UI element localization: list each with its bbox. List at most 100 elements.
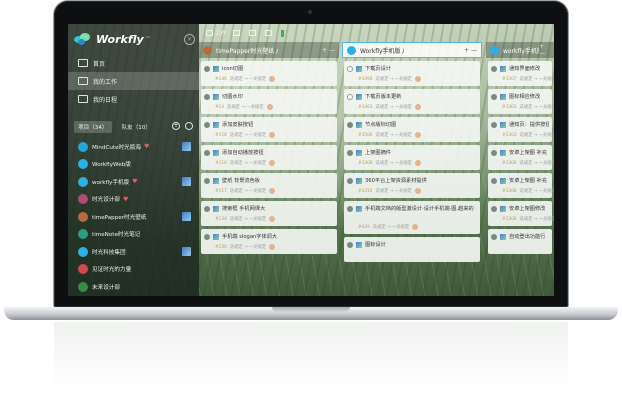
tasks-icon (78, 77, 88, 85)
column-header[interactable]: workfly手机版 /+ — (486, 42, 554, 58)
heart-icon[interactable]: ♥ (123, 196, 128, 203)
project-avatar-icon (78, 229, 88, 240)
task-checkbox[interactable] (204, 121, 210, 128)
board-column: workfly手机版 /+ — 通知界面修改#3307迭规定 → 一龙规定图标相应… (486, 42, 554, 296)
task-card[interactable]: 切图水印 #14 迭规定 → 一龙规定 (201, 89, 337, 114)
task-card[interactable]: 通知页：提供按钮 #3303 迭规定 → 一龙规定 (488, 117, 554, 142)
column-avatar-icon (203, 45, 212, 55)
task-title: 切图水印 (222, 94, 243, 100)
task-checkbox[interactable] (491, 149, 497, 156)
avatar (414, 76, 421, 82)
sidebar-item-my-schedule[interactable]: 我的日程 (68, 90, 199, 108)
task-id: #117 (215, 188, 227, 194)
column-controls-icon[interactable]: + — (322, 47, 335, 54)
column-header[interactable]: timePapper时光壁纸 / + — (199, 42, 339, 58)
task-checkbox[interactable] (204, 65, 210, 72)
task-title: 自动登出功能行 (509, 234, 546, 240)
board-column: timePapper时光壁纸 / + — icon切图 #146 迭规定 → 一龙规定切… (199, 42, 339, 296)
task-checkbox[interactable] (491, 233, 497, 240)
add-project-icon[interactable]: + (172, 122, 180, 130)
tab-projects[interactable]: 项目（34） (74, 121, 112, 133)
task-assignee: 迭规定 → 一龙规定 (375, 77, 412, 82)
project-item[interactable]: WorkflyWeb版 (68, 156, 199, 174)
task-card[interactable]: 手机端 slogan字体调大 #136 迭规定 → 一龙规定 (201, 229, 337, 254)
task-checkbox[interactable] (204, 177, 210, 184)
project-name: 未来设计部 (92, 284, 120, 291)
project-item[interactable]: 时光科技集团 (68, 243, 199, 261)
toolbar-item-file[interactable] (249, 30, 258, 36)
column-controls-icon[interactable]: + — (464, 47, 477, 54)
task-checkbox[interactable] (347, 121, 353, 128)
toolbar-item-board[interactable]: 工作 (206, 29, 226, 37)
toolbar-item-chart[interactable] (265, 30, 274, 36)
task-id: #3308 (358, 160, 373, 166)
task-checkbox[interactable] (347, 241, 353, 248)
task-checkbox[interactable] (491, 65, 497, 72)
project-item[interactable]: 见证时光的力量 (68, 261, 199, 279)
task-checkbox[interactable] (491, 121, 497, 128)
sidebar-item-home[interactable]: 首页 (68, 54, 199, 72)
task-checkbox[interactable] (347, 65, 353, 72)
task-checkbox[interactable] (347, 177, 353, 184)
task-title: 添加自动播放按钮 (222, 150, 264, 156)
task-meta: #116 迭规定 → 一龙规定 (215, 160, 276, 166)
project-item[interactable]: workfly手机版 ♥ (68, 173, 199, 191)
project-badge-icon (500, 177, 506, 184)
task-card[interactable]: 自动登出功能行 (488, 229, 552, 254)
project-item[interactable]: 时光设计部 ♥ (68, 191, 199, 209)
task-assignee: 迭规定 → 一龙规定 (519, 133, 554, 138)
column-controls-icon[interactable]: + — (539, 43, 550, 57)
task-checkbox[interactable] (347, 93, 353, 100)
task-card[interactable]: 通知界面修改 #3307 迭规定 → 一龙规定 (488, 61, 554, 86)
task-card[interactable]: 图标相应修改 #3303 迭规定 → 一龙规定 (488, 89, 554, 114)
task-checkbox[interactable] (491, 93, 497, 100)
task-card[interactable]: 下载页设计 #3494 迭规定 → 一龙规定 (344, 61, 480, 86)
task-card[interactable]: 搜索框 手机网课大 #134 迭规定 → 一龙规定 (201, 201, 337, 226)
column-header[interactable]: Workfly手机版 / + — (342, 42, 482, 58)
task-checkbox[interactable] (491, 177, 497, 184)
task-assignee: 迭规定 → 一龙规定 (375, 161, 412, 166)
task-id: #146 (215, 76, 227, 82)
task-title: 下载页版本更新 (365, 94, 402, 100)
task-card[interactable]: icon切图 #146 迭规定 → 一龙规定 (201, 61, 337, 86)
search-icon[interactable] (185, 122, 193, 130)
tab-team[interactable]: 队友（10） (118, 121, 156, 133)
task-card[interactable]: 下载页版本更新 #3463 迭规定 → 一龙规定 (344, 89, 480, 114)
laptop-reflection (54, 322, 568, 392)
column-title: workfly手机版 / (503, 47, 540, 55)
task-card[interactable]: 添加自动播放按钮 #116 迭规定 → 一龙规定 (201, 145, 337, 170)
task-checkbox[interactable] (347, 149, 353, 156)
task-card[interactable]: 手机端文档的版型激设计·设计手机端·图,越来的 #429 迭规定 → 一龙规定 (344, 201, 480, 234)
close-icon[interactable]: × (184, 34, 195, 45)
toolbar-item-list[interactable] (233, 30, 242, 36)
task-card[interactable]: 360平台上架资源素材提供 #3310 迭规定 → 一龙规定 (344, 173, 480, 198)
task-assignee: 迭规定 → 一龙规定 (375, 189, 412, 194)
task-checkbox[interactable] (204, 205, 210, 212)
project-item[interactable]: 未来设计部 (68, 278, 199, 296)
task-card[interactable]: 安卓上架图修改 #3308 迭规定 → 一龙规定 (488, 201, 554, 226)
project-thumbnail (182, 247, 191, 257)
task-checkbox[interactable] (491, 205, 497, 212)
heart-icon[interactable]: ♥ (144, 143, 149, 150)
project-item[interactable]: timeNote时光笔记 (68, 226, 199, 244)
task-card[interactable]: 安卓上架图 补充 #3308 迭规定 → 一龙规定 (488, 145, 554, 170)
task-card[interactable]: 上架图摘件 #3308 迭规定 → 一龙规定 (344, 145, 480, 170)
task-card[interactable]: 节点版标切图 #3506 迭规定 → 一龙规定 (344, 117, 480, 142)
task-checkbox[interactable] (204, 93, 210, 100)
task-checkbox[interactable] (204, 233, 210, 240)
task-meta: #136 迭规定 → 一龙规定 (215, 244, 276, 250)
task-card[interactable]: 安卓上架图 补充 #3308 迭规定 → 一龙规定 (488, 173, 554, 198)
task-meta: #3308 迭规定 → 一龙规定 (502, 188, 554, 195)
task-checkbox[interactable] (347, 205, 353, 212)
heart-icon[interactable]: ♥ (132, 178, 137, 185)
sidebar-item-my-work[interactable]: 我的工作 (68, 72, 199, 90)
task-card[interactable]: 添加皮肤按钮 #118 迭规定 → 一龙规定 (201, 117, 337, 142)
task-checkbox[interactable] (204, 149, 210, 156)
toolbar-label: 工作 (215, 31, 227, 37)
top-toolbar: 工作 (199, 24, 554, 42)
file-icon (249, 30, 257, 36)
task-card[interactable]: 图标设计 (344, 237, 480, 262)
project-item[interactable]: timePapper时光壁纸 (68, 208, 199, 226)
task-card[interactable]: 壁纸 背景流色板 #117 迭规定 → 一龙规定 (201, 173, 337, 198)
project-item[interactable]: MindCute时光瓶海 ♥ (68, 138, 199, 156)
